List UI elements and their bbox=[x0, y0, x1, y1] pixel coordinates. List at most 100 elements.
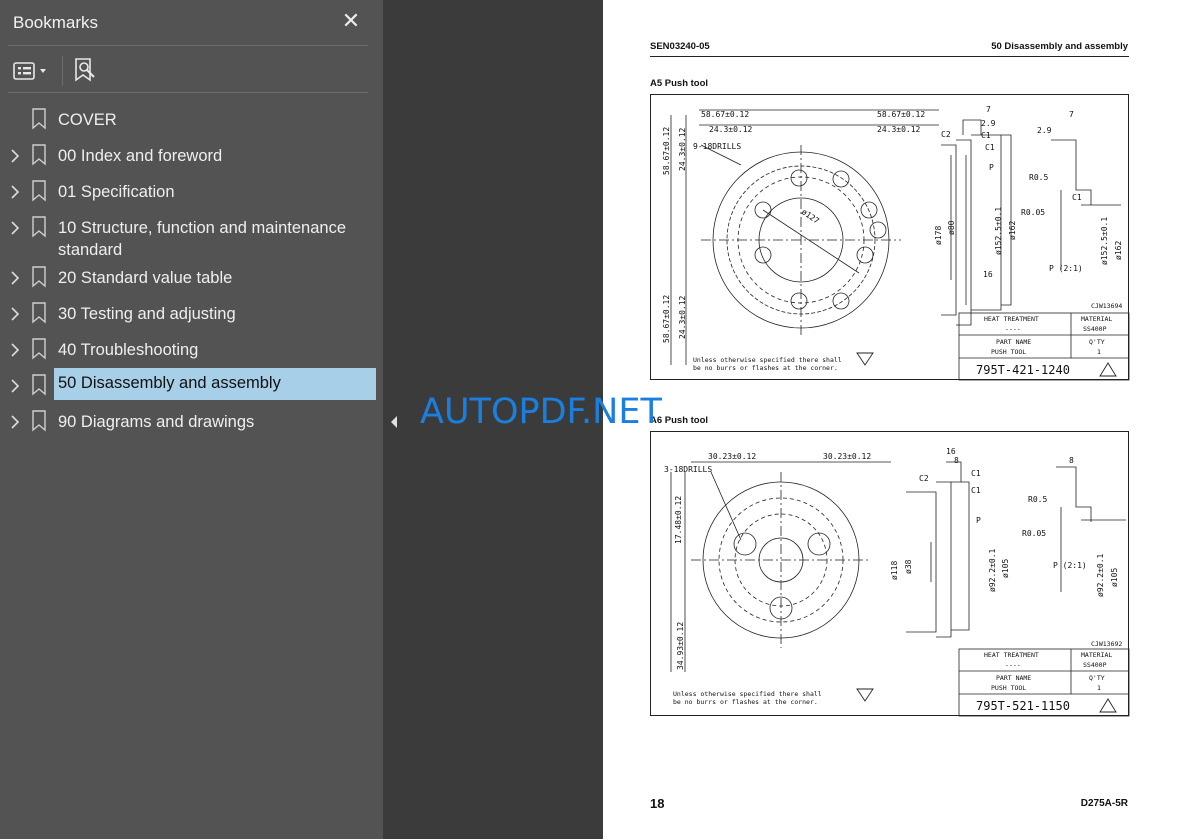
bookmark-label: COVER bbox=[58, 111, 117, 129]
bookmark-icon bbox=[32, 302, 46, 324]
drawing-note: Unless otherwise specified there shall bbox=[693, 356, 842, 364]
chevron-right-icon[interactable] bbox=[8, 342, 22, 358]
dim-label: C2 bbox=[919, 474, 929, 483]
revision-triangle-icon bbox=[1099, 362, 1117, 377]
dim-label: 24.3±0.12 bbox=[709, 125, 753, 134]
part-number: 795T-421-1240 bbox=[976, 363, 1070, 377]
dim-label: ø118 bbox=[890, 561, 899, 580]
tb-value: ---- bbox=[1005, 661, 1021, 669]
tb-header: HEAT TREATMENT bbox=[984, 315, 1039, 323]
dim-label: C1 bbox=[981, 131, 991, 140]
dim-label: 58.67±0.12 bbox=[701, 110, 749, 119]
tb-value: 1 bbox=[1097, 348, 1101, 356]
dim-label: 58.67±0.12 bbox=[877, 110, 925, 119]
bookmark-cover[interactable]: COVER bbox=[0, 102, 383, 138]
bookmark-options-button[interactable] bbox=[12, 58, 52, 84]
tb-header: MATERIAL bbox=[1081, 651, 1112, 659]
bookmark-specification[interactable]: 01 Specification bbox=[0, 174, 383, 210]
bookmark-icon bbox=[32, 374, 46, 396]
bookmark-structure-function[interactable]: 10 Structure, function and maintenance s… bbox=[0, 210, 383, 260]
tb-value: PUSH TOOL bbox=[991, 684, 1026, 692]
drawing-caption: A5 Push tool bbox=[650, 78, 709, 89]
tb-value: PUSH TOOL bbox=[991, 348, 1026, 356]
page-number: 18 bbox=[650, 796, 665, 811]
dim-label: 58.67±0.12 bbox=[662, 127, 671, 175]
dim-label: 24.3±0.12 bbox=[877, 125, 921, 134]
dim-label: ø38 bbox=[904, 559, 913, 574]
dim-label: ø162 bbox=[1008, 221, 1017, 240]
bookmark-icon bbox=[32, 108, 46, 130]
drills-label: 9-18DRILLS bbox=[693, 142, 741, 151]
bookmark-icon bbox=[32, 338, 46, 360]
tb-value: ---- bbox=[1005, 325, 1021, 333]
dim-label: 2.9 bbox=[1037, 126, 1052, 135]
section-title: 50 Disassembly and assembly bbox=[991, 41, 1128, 52]
find-current-bookmark-button[interactable] bbox=[72, 56, 100, 84]
dim-label: 7 bbox=[986, 105, 991, 114]
chevron-right-icon[interactable] bbox=[8, 270, 22, 286]
collapse-panel-icon[interactable] bbox=[389, 415, 399, 429]
dim-label: R0.5 bbox=[1028, 495, 1047, 504]
bookmark-icon bbox=[32, 144, 46, 166]
bookmark-disassembly-assembly[interactable]: 50 Disassembly and assembly bbox=[0, 368, 383, 404]
dim-label: 30.23±0.12 bbox=[823, 452, 871, 461]
dim-label: ø80 bbox=[947, 220, 956, 235]
dim-label: 34.93±0.12 bbox=[676, 622, 685, 670]
bookmark-standard-value[interactable]: 20 Standard value table bbox=[0, 260, 383, 296]
divider bbox=[8, 92, 368, 93]
dim-label: ø162 bbox=[1114, 241, 1123, 260]
bookmark-label: 90 Diagrams and drawings bbox=[58, 413, 255, 431]
watermark: AUTOPDF.NET bbox=[420, 392, 662, 432]
bookmark-testing-adjusting[interactable]: 30 Testing and adjusting bbox=[0, 296, 383, 332]
dim-label: 58.67±0.12 bbox=[662, 295, 671, 343]
dim-label: 2.9 bbox=[981, 119, 996, 128]
tb-header: Q'TY bbox=[1089, 338, 1105, 346]
bookmark-diagrams-drawings[interactable]: 90 Diagrams and drawings bbox=[0, 404, 383, 440]
dim-label: 16 bbox=[983, 270, 993, 279]
dim-label: 24.3±0.12 bbox=[678, 295, 687, 339]
bookmark-troubleshooting[interactable]: 40 Troubleshooting bbox=[0, 332, 383, 368]
bookmark-options-icon bbox=[13, 62, 46, 80]
dim-label: ø152.5±0.1 bbox=[1100, 217, 1109, 265]
header-rule bbox=[650, 56, 1129, 57]
chevron-right-icon[interactable] bbox=[8, 148, 22, 164]
dim-label: C2 bbox=[941, 130, 951, 139]
tb-header: PART NAME bbox=[996, 338, 1031, 346]
drawing-note: be no burrs or flashes at the corner. bbox=[673, 698, 818, 706]
dim-label: ø152.5±0.1 bbox=[994, 207, 1003, 255]
dim-label: 8 bbox=[954, 456, 959, 465]
tb-header: MATERIAL bbox=[1081, 315, 1112, 323]
bookmarks-panel: Bookmarks ✕ COVER 00 Index and foreword … bbox=[0, 0, 383, 839]
chevron-right-icon[interactable] bbox=[8, 378, 22, 394]
dim-label: 17.48±0.12 bbox=[674, 496, 683, 544]
dim-label: R0.05 bbox=[1022, 529, 1046, 538]
drills-label: 3-18DRILLS bbox=[664, 465, 712, 474]
tb-header: Q'TY bbox=[1089, 674, 1105, 682]
tb-value: SS400P bbox=[1083, 661, 1107, 669]
chevron-right-icon[interactable] bbox=[8, 220, 22, 236]
chevron-right-icon[interactable] bbox=[8, 414, 22, 430]
close-icon[interactable]: ✕ bbox=[341, 10, 361, 32]
find-current-bookmark-icon bbox=[75, 58, 95, 82]
dim-label: ø105 bbox=[1001, 559, 1010, 578]
drawing-note: Unless otherwise specified there shall bbox=[673, 690, 822, 698]
bookmarks-header: Bookmarks ✕ bbox=[0, 0, 383, 46]
revision-triangle-icon bbox=[1099, 698, 1117, 713]
dim-label: P bbox=[976, 516, 981, 525]
tb-header: PART NAME bbox=[996, 674, 1031, 682]
bookmark-label: 50 Disassembly and assembly bbox=[58, 374, 281, 392]
bookmark-index-foreword[interactable]: 00 Index and foreword bbox=[0, 138, 383, 174]
technical-drawing-a5: 58.67±0.12 24.3±0.12 58.67±0.12 24.3±0.1… bbox=[650, 94, 1130, 381]
tb-value: SS400P bbox=[1083, 325, 1107, 333]
toolbar-separator bbox=[62, 56, 63, 86]
drawing-id: CJW13694 bbox=[1091, 302, 1122, 310]
tb-value: 1 bbox=[1097, 684, 1101, 692]
dim-label: P (2:1) bbox=[1049, 264, 1083, 273]
chevron-right-icon[interactable] bbox=[8, 184, 22, 200]
dim-label: P (2:1) bbox=[1053, 561, 1087, 570]
bookmark-icon bbox=[32, 410, 46, 432]
dim-label: 8 bbox=[1069, 456, 1074, 465]
dim-label: C1 bbox=[971, 486, 981, 495]
chevron-right-icon[interactable] bbox=[8, 306, 22, 322]
dim-label: ø178 bbox=[934, 226, 943, 245]
